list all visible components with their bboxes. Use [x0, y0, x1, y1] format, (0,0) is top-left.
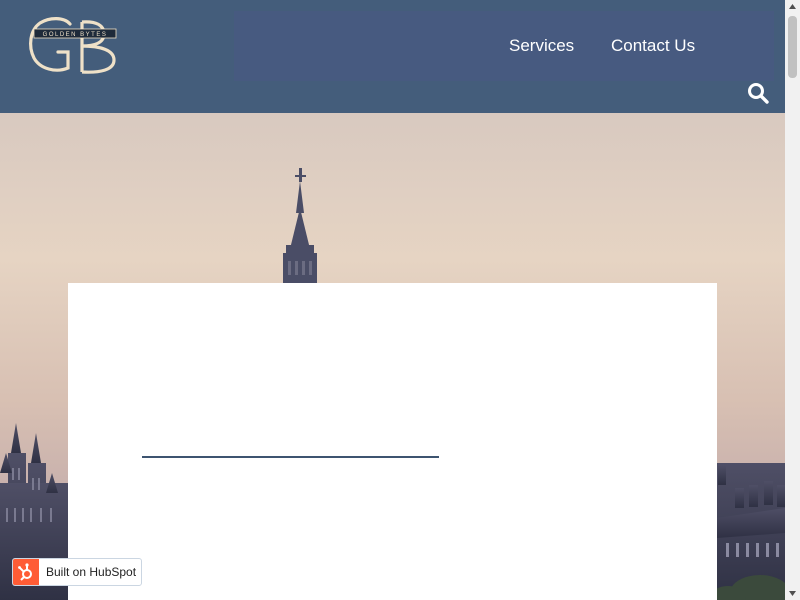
- hubspot-badge-label: Built on HubSpot: [46, 565, 137, 579]
- hero-content-card: [68, 283, 717, 600]
- page: GOLDEN BYTES Services Contact Us Built o…: [0, 0, 800, 600]
- page-scrollbar[interactable]: [785, 0, 800, 600]
- scrollbar-thumb[interactable]: [788, 16, 797, 78]
- site-logo[interactable]: GOLDEN BYTES: [26, 14, 122, 76]
- scroll-down-arrow[interactable]: [785, 586, 800, 600]
- built-on-hubspot-badge[interactable]: Built on HubSpot: [12, 558, 142, 586]
- scroll-up-arrow[interactable]: [785, 0, 800, 14]
- caret-up-icon: [789, 4, 796, 9]
- hubspot-sprocket-icon: [13, 559, 39, 585]
- search-button[interactable]: [746, 81, 770, 105]
- caret-down-icon: [789, 591, 796, 596]
- card-divider: [142, 456, 439, 458]
- logo-wordmark: GOLDEN BYTES: [43, 32, 108, 38]
- search-icon: [748, 83, 769, 104]
- nav-services-link[interactable]: Services: [509, 36, 574, 56]
- logo-emblem-icon: GOLDEN BYTES: [29, 17, 117, 74]
- site-header: GOLDEN BYTES Services Contact Us: [0, 0, 785, 113]
- nav-contact-us-link[interactable]: Contact Us: [611, 36, 695, 56]
